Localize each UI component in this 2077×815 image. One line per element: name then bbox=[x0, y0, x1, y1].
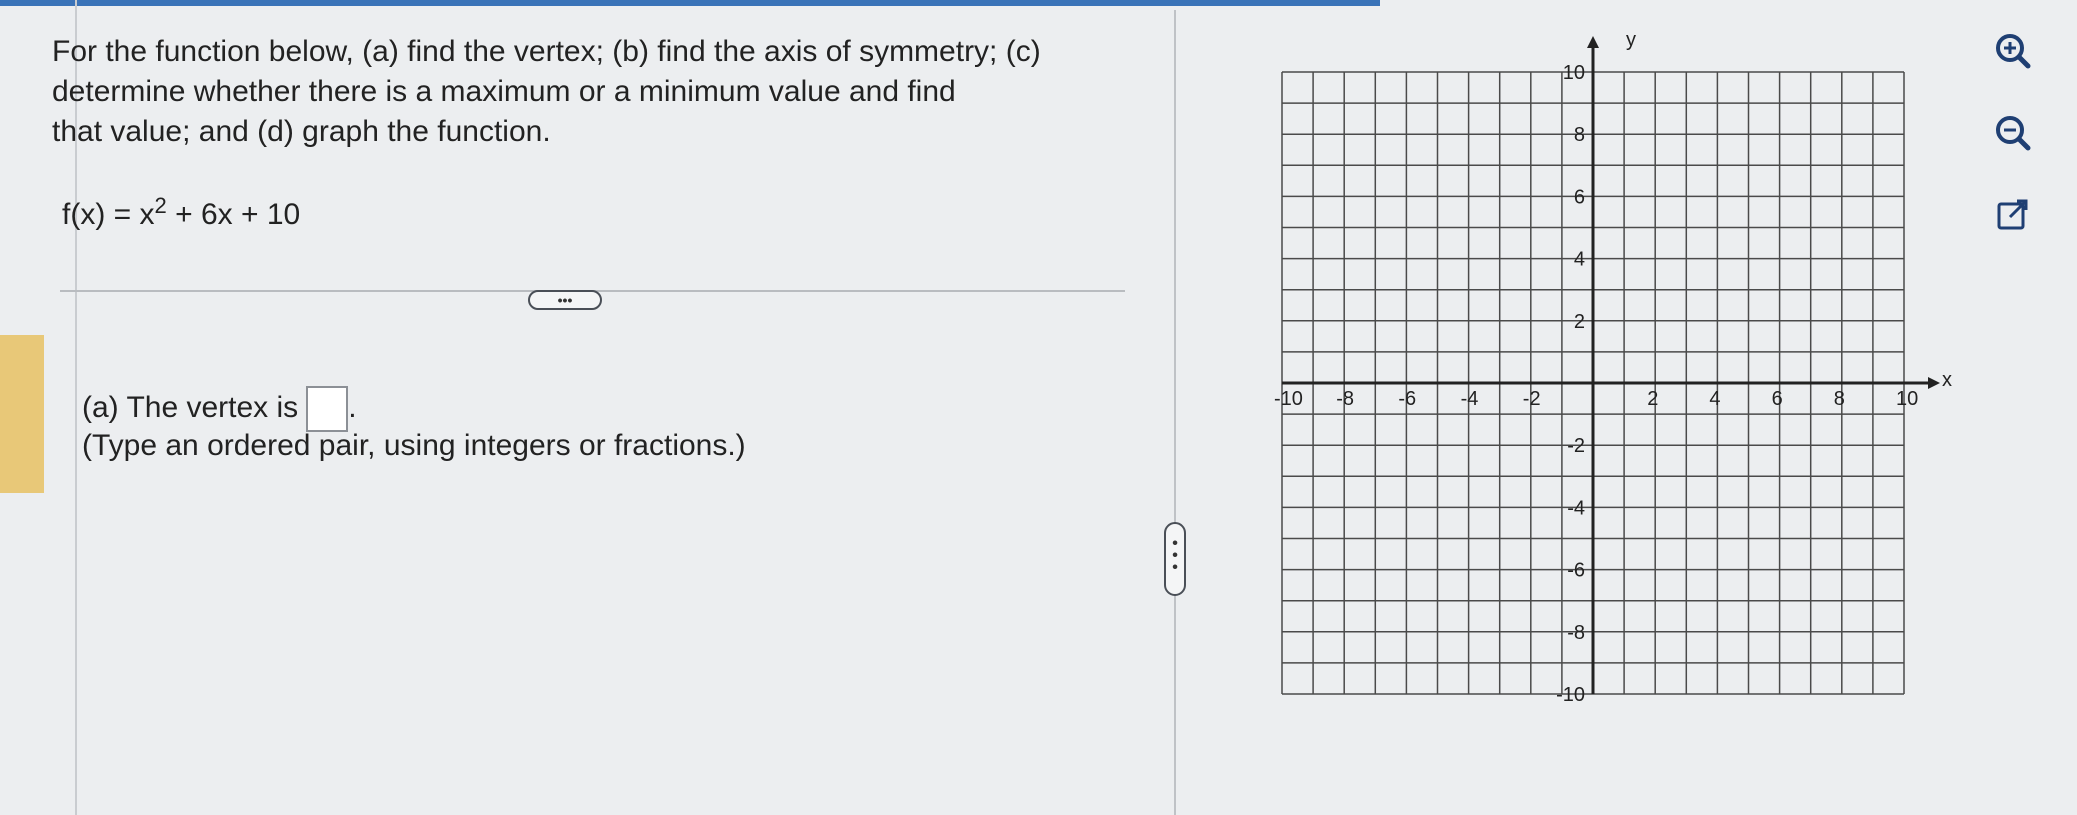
part-a-suffix: . bbox=[348, 390, 357, 424]
function-expression: f(x) = x2 + 6x + 10 bbox=[62, 193, 300, 232]
part-a-prefix: (a) The vertex is bbox=[82, 390, 299, 424]
part-a-hint: (Type an ordered pair, using integers or… bbox=[82, 429, 746, 462]
zoom-out-button[interactable] bbox=[1990, 110, 2036, 156]
zoom-in-icon bbox=[1996, 34, 2031, 69]
panel-resize-handle[interactable]: • • • bbox=[1164, 522, 1186, 596]
x-tick-label: -10 bbox=[1274, 388, 1303, 410]
graph-area[interactable]: -10 -8 -6 -4 -2 2 4 6 8 10 10 8 6 4 2 -2 -4 -6 -8 -10 x y bbox=[1260, 20, 1960, 760]
question-line-3: that value; and (d) graph the function. bbox=[52, 115, 551, 148]
x-tick-label: -6 bbox=[1398, 388, 1416, 410]
x-axis-arrow bbox=[1928, 377, 1940, 389]
y-tick-label: 8 bbox=[1574, 124, 1585, 146]
x-axis-label: x bbox=[1942, 369, 1952, 391]
y-tick-label: -10 bbox=[1556, 684, 1585, 706]
show-more-button[interactable]: ••• bbox=[528, 290, 602, 310]
question-line-2: determine whether there is a maximum or … bbox=[52, 75, 956, 108]
question-line-1: For the function below, (a) find the ver… bbox=[52, 35, 1041, 68]
x-tick-label: 4 bbox=[1709, 388, 1720, 410]
x-tick-label: 6 bbox=[1772, 388, 1783, 410]
question-text: For the function below, (a) find the ver… bbox=[52, 32, 1132, 152]
x-tick-label: -8 bbox=[1336, 388, 1354, 410]
y-tick-label: 2 bbox=[1574, 311, 1585, 333]
y-tick-label: 6 bbox=[1574, 186, 1585, 208]
coordinate-grid[interactable]: -10 -8 -6 -4 -2 2 4 6 8 10 10 8 6 4 2 -2 -4 -6 -8 -10 x y bbox=[1260, 20, 1960, 760]
pop-out-button[interactable] bbox=[1990, 192, 2036, 238]
x-tick-label: -2 bbox=[1523, 388, 1541, 410]
x-tick-label: -4 bbox=[1461, 388, 1479, 410]
y-tick-label: -2 bbox=[1567, 435, 1585, 457]
y-axis-label: y bbox=[1626, 29, 1636, 51]
y-tick-label: -4 bbox=[1567, 497, 1585, 519]
x-tick-label: 10 bbox=[1896, 388, 1918, 410]
x-tick-label: 2 bbox=[1647, 388, 1658, 410]
y-tick-label: 4 bbox=[1574, 249, 1585, 271]
zoom-in-button[interactable] bbox=[1990, 28, 2036, 74]
function-lhs: f(x) = x bbox=[62, 198, 155, 231]
zoom-out-icon bbox=[1996, 116, 2031, 151]
function-exponent: 2 bbox=[154, 193, 167, 218]
y-tick-label: 10 bbox=[1563, 62, 1585, 84]
panel-divider bbox=[1174, 10, 1176, 815]
y-tick-label: -8 bbox=[1567, 622, 1585, 644]
top-accent-bar bbox=[0, 0, 1380, 6]
external-link-icon bbox=[1997, 199, 2028, 230]
y-axis-arrow bbox=[1587, 36, 1599, 48]
function-rest: + 6x + 10 bbox=[166, 198, 301, 231]
x-tick-label: 8 bbox=[1834, 388, 1845, 410]
y-tick-label: -6 bbox=[1567, 560, 1585, 582]
current-question-marker bbox=[0, 335, 44, 493]
